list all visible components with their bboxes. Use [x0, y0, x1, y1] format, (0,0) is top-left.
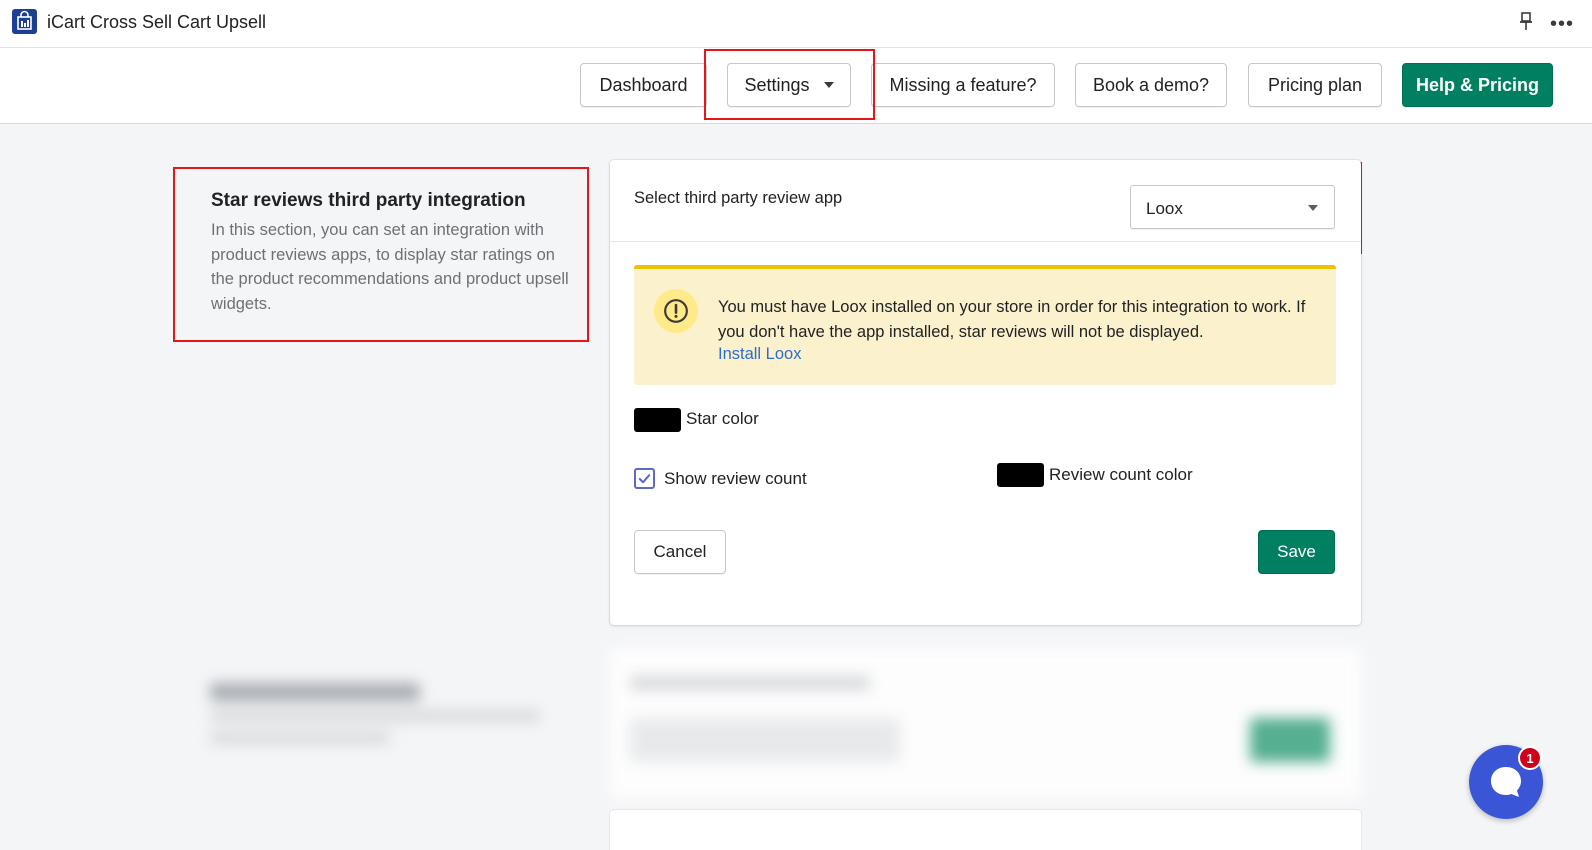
chat-notification-badge: 1 [1518, 746, 1542, 770]
save-button[interactable]: Save [1258, 530, 1335, 574]
review-count-color-label: Review count color [1049, 465, 1193, 484]
star-color-label: Star color [686, 409, 759, 428]
more-options-icon[interactable]: ••• [1550, 13, 1574, 36]
review-app-select-value: Loox [1146, 199, 1183, 218]
section-description: In this section, you can set an integrat… [211, 221, 569, 313]
blurred-next-section [180, 648, 1370, 798]
top-navigation: Dashboard Settings Missing a feature? Bo… [0, 48, 1592, 124]
star-reviews-card: Select third party review app Loox You m… [610, 160, 1361, 625]
settings-label: Settings [744, 74, 810, 95]
help-pricing-button[interactable]: Help & Pricing [1402, 63, 1553, 107]
book-demo-button[interactable]: Book a demo? [1075, 63, 1227, 107]
chevron-down-icon [1308, 205, 1318, 211]
star-color-swatch[interactable] [634, 408, 681, 432]
pricing-plan-button[interactable]: Pricing plan [1248, 63, 1382, 107]
chat-bubble-icon [1491, 767, 1521, 797]
settings-dropdown-button[interactable]: Settings [727, 63, 851, 107]
section-title: Star reviews third party integration [211, 190, 526, 211]
checkmark-icon [638, 474, 651, 484]
next-settings-card [610, 810, 1361, 850]
show-review-count-checkbox[interactable] [634, 468, 655, 489]
card-divider [610, 241, 1361, 242]
app-title: iCart Cross Sell Cart Upsell [47, 12, 267, 32]
dashboard-button[interactable]: Dashboard [580, 63, 707, 107]
review-app-select[interactable]: Loox [1130, 185, 1335, 229]
review-count-color-swatch[interactable] [997, 463, 1044, 487]
warning-banner: You must have Loox installed on your sto… [634, 265, 1336, 385]
review-app-select-label: Select third party review app [634, 189, 843, 207]
app-logo-icon [12, 9, 37, 34]
warning-icon [654, 289, 698, 333]
install-loox-link[interactable]: Install Loox [718, 345, 801, 364]
pin-icon[interactable] [1518, 11, 1534, 33]
app-titlebar: iCart Cross Sell Cart Upsell ••• [0, 0, 1592, 48]
missing-feature-button[interactable]: Missing a feature? [871, 63, 1055, 107]
caret-down-icon [823, 82, 834, 88]
show-review-count-label: Show review count [664, 469, 807, 488]
cancel-button[interactable]: Cancel [634, 530, 726, 574]
warning-banner-text: You must have Loox installed on your sto… [718, 298, 1306, 341]
